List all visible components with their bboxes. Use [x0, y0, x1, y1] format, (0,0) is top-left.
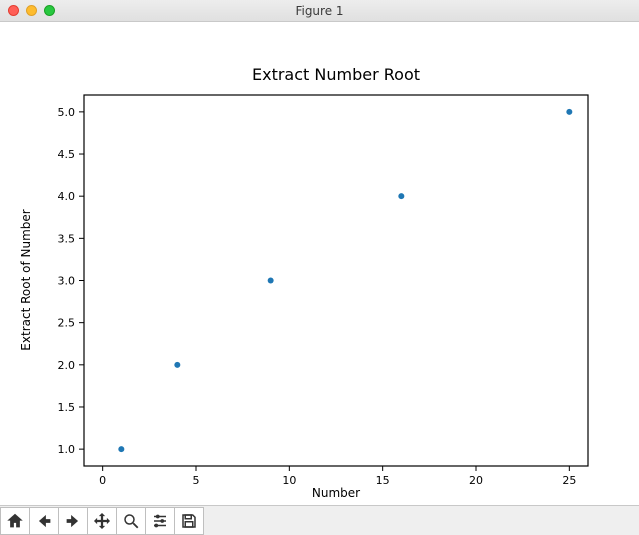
chart-title: Extract Number Root	[252, 65, 420, 84]
data-point	[268, 278, 274, 284]
data-point	[566, 109, 572, 115]
window-titlebar: Figure 1	[0, 0, 639, 22]
window-controls	[8, 5, 55, 16]
y-tick-label: 2.0	[58, 359, 76, 372]
y-tick-label: 1.0	[58, 443, 76, 456]
plot-area-border	[84, 95, 588, 466]
x-tick-label: 0	[99, 474, 106, 487]
configure-button[interactable]	[145, 507, 175, 535]
home-icon	[6, 512, 24, 530]
pan-button[interactable]	[87, 507, 117, 535]
chart: Extract Number Root 0 5 10 15 20 25 1.0 1.5 2.0…	[0, 22, 639, 505]
data-point	[174, 362, 180, 368]
sliders-icon	[151, 512, 169, 530]
y-tick-label: 1.5	[58, 401, 76, 414]
minimize-icon[interactable]	[26, 5, 37, 16]
y-tick-label: 5.0	[58, 106, 76, 119]
figure-canvas: Extract Number Root 0 5 10 15 20 25 1.0 1.5 2.0…	[0, 22, 639, 505]
x-axis-label: Number	[312, 486, 360, 500]
maximize-icon[interactable]	[44, 5, 55, 16]
y-tick-label: 3.0	[58, 275, 76, 288]
close-icon[interactable]	[8, 5, 19, 16]
y-tick-label: 3.5	[58, 232, 76, 245]
data-point	[398, 193, 404, 199]
matplotlib-toolbar	[0, 505, 639, 535]
x-tick-label: 10	[282, 474, 296, 487]
save-button[interactable]	[174, 507, 204, 535]
x-tick-label: 25	[562, 474, 576, 487]
home-button[interactable]	[0, 507, 30, 535]
y-tick-label: 4.5	[58, 148, 76, 161]
x-tick-label: 15	[376, 474, 390, 487]
y-axis: 1.0 1.5 2.0 2.5 3.0 3.5 4.0 4.5 5.0	[58, 106, 85, 456]
y-tick-label: 2.5	[58, 317, 76, 330]
arrow-left-icon	[35, 512, 53, 530]
y-tick-label: 4.0	[58, 190, 76, 203]
window-title: Figure 1	[295, 4, 343, 18]
y-axis-label: Extract Root of Number	[19, 209, 33, 350]
move-icon	[93, 512, 111, 530]
arrow-right-icon	[64, 512, 82, 530]
zoom-button[interactable]	[116, 507, 146, 535]
back-button[interactable]	[29, 507, 59, 535]
x-tick-label: 5	[193, 474, 200, 487]
magnifier-icon	[122, 512, 140, 530]
forward-button[interactable]	[58, 507, 88, 535]
x-axis: 0 5 10 15 20 25	[99, 466, 576, 487]
data-points	[118, 109, 572, 452]
x-tick-label: 20	[469, 474, 483, 487]
save-icon	[180, 512, 198, 530]
data-point	[118, 446, 124, 452]
